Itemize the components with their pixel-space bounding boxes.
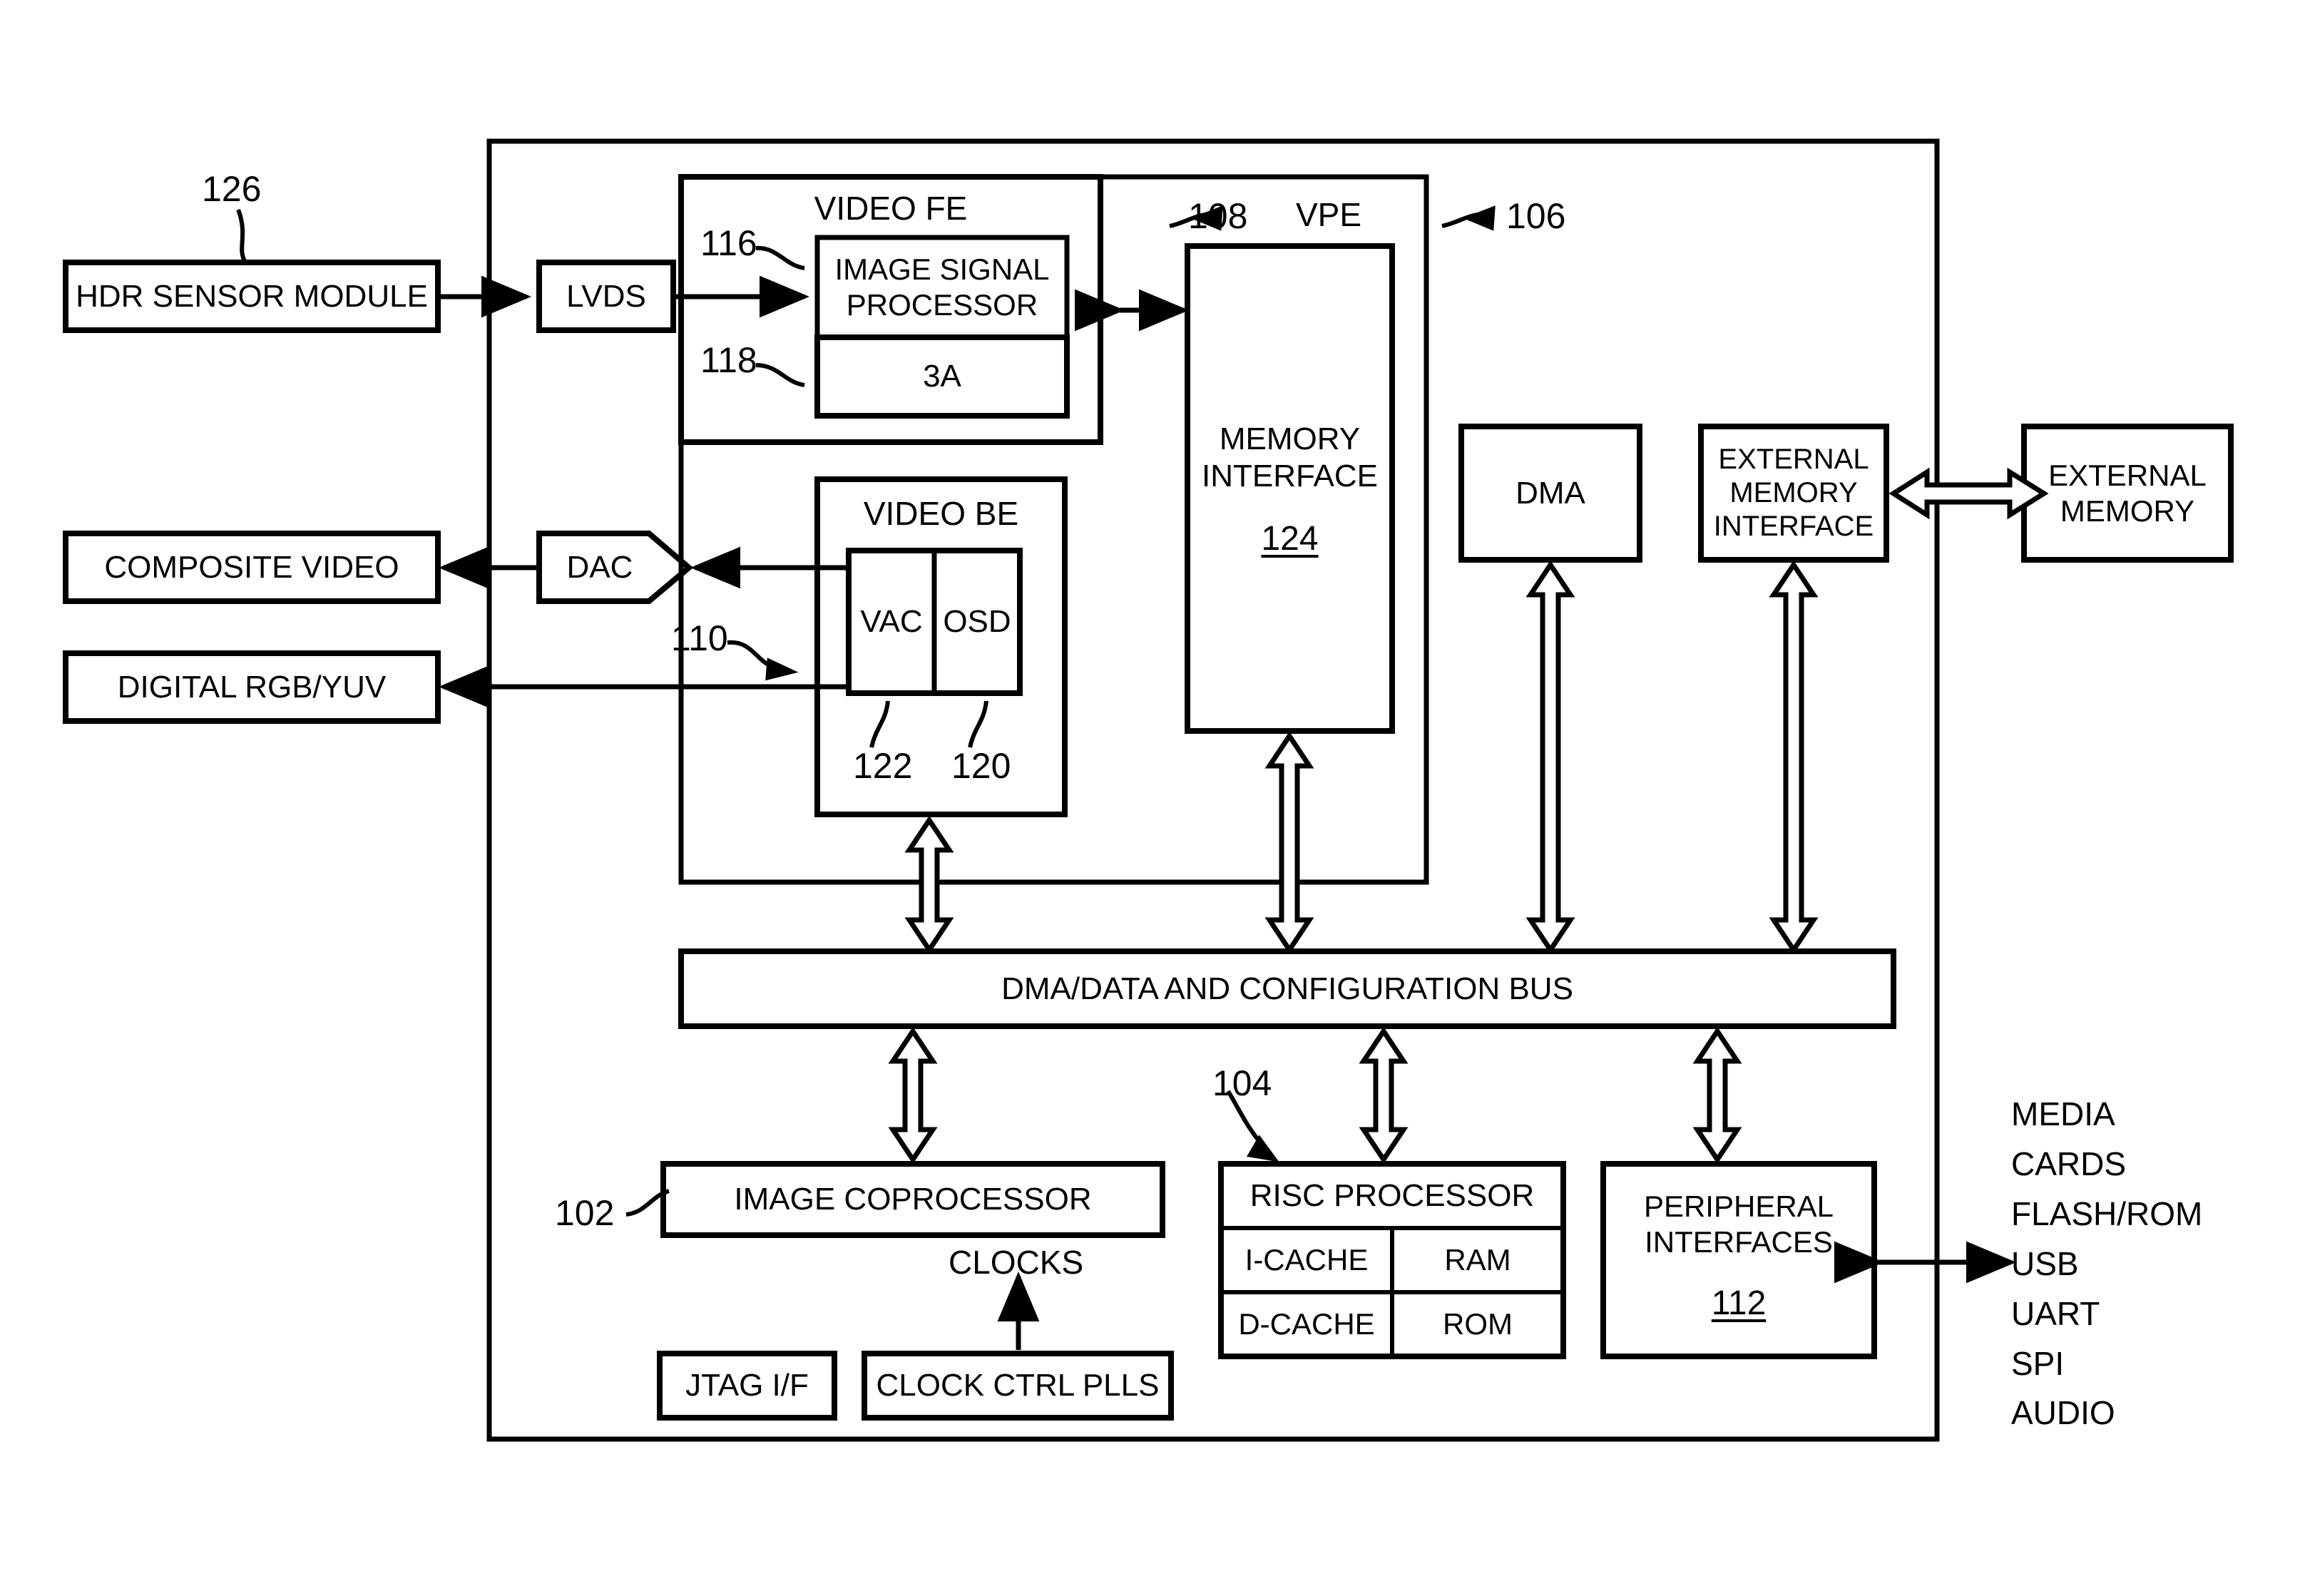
memory-interface-ref: 124 [1261, 519, 1319, 558]
jtag-label: JTAG I/F [685, 1368, 809, 1403]
blockarrow-bus-peripheral [1692, 1026, 1742, 1165]
peripheral-signal-item: FLASH/ROM [2011, 1195, 2203, 1232]
blockarrow-bus-risc [1359, 1026, 1409, 1165]
i-cache-label: I-CACHE [1244, 1243, 1369, 1277]
peripheral-signal-list: MEDIA CARDS FLASH/ROM USB UART SPI AUDIO [2011, 1090, 2282, 1438]
peripheral-signal-item: USB [2011, 1244, 2079, 1282]
leader-104-arrow [1247, 1135, 1279, 1162]
leader-120 [968, 700, 988, 748]
dma-label: DMA [1516, 475, 1585, 511]
peripheral-signal-item: MEDIA [2011, 1095, 2115, 1132]
ref-110: 110 [671, 618, 728, 658]
figure-canvas: 126 116 118 108 106 110 122 120 102 104 … [0, 0, 2300, 1596]
blockarrow-extmemif-extmem [1888, 467, 2049, 520]
peripheral-signal-item: SPI [2011, 1344, 2065, 1382]
video-be-label: VIDEO BE [863, 494, 1019, 532]
osd-label: OSD [943, 604, 1011, 640]
leader-106-arrow [1463, 205, 1496, 231]
peripheral-signal-item: CARDS [2011, 1145, 2127, 1182]
blockarrow-bus-coprocessor [888, 1026, 938, 1165]
blockarrow-videobe-bus [904, 815, 954, 955]
risc-processor-label: RISC PROCESSOR [1249, 1178, 1535, 1214]
ref-102: 102 [555, 1193, 615, 1233]
image-coprocessor-label: IMAGE COPROCESSOR [734, 1182, 1092, 1217]
hdr-sensor-label: HDR SENSOR MODULE [76, 278, 428, 314]
vac-label: VAC [860, 604, 923, 640]
composite-video-label: COMPOSITE VIDEO [104, 549, 399, 585]
peripheral-interfaces-label: PERIPHERAL INTERFACES [1643, 1190, 1834, 1259]
rom-label: ROM [1443, 1307, 1513, 1341]
peripheral-interfaces-ref: 112 [1711, 1284, 1767, 1322]
clocks-label: CLOCKS [949, 1244, 1084, 1281]
ref-108: 108 [1188, 196, 1248, 236]
peripheral-signal-item: UART [2011, 1294, 2100, 1332]
leader-122 [869, 700, 890, 748]
ref-104: 104 [1212, 1063, 1272, 1103]
external-memory-interface-label: EXTERNAL MEMORY INTERFACE [1713, 443, 1874, 543]
leader-116 [755, 245, 805, 270]
blockarrow-meminterface-bus [1264, 731, 1314, 955]
ref-120: 120 [951, 746, 1011, 786]
ref-106: 106 [1506, 196, 1566, 236]
leader-118 [755, 363, 805, 387]
ref-118: 118 [700, 340, 757, 380]
vpe-label: VPE [1296, 196, 1362, 233]
blockarrow-dma-bus [1525, 560, 1575, 955]
clock-ctrl-plls-label: CLOCK CTRL PLLS [876, 1368, 1160, 1403]
digital-rgb-yuv-label: DIGITAL RGB/YUV [117, 669, 387, 705]
dac-label: DAC [566, 549, 633, 585]
d-cache-label: D-CACHE [1238, 1307, 1375, 1341]
leader-126 [236, 208, 247, 264]
peripheral-signal-item: AUDIO [2011, 1394, 2115, 1432]
lvds-label: LVDS [566, 278, 646, 314]
image-signal-processor-label: IMAGE SIGNAL PROCESSOR [834, 252, 1050, 322]
external-memory-label: EXTERNAL MEMORY [2048, 458, 2207, 528]
ram-label: RAM [1444, 1243, 1511, 1277]
video-fe-label: VIDEO FE [814, 189, 968, 227]
bus-label: DMA/DATA AND CONFIGURATION BUS [1001, 971, 1573, 1006]
leader-110-arrow [765, 658, 799, 681]
blockarrow-extmemif-bus [1769, 560, 1819, 955]
memory-interface-label: MEMORY INTERFACE [1202, 421, 1378, 493]
three-a-label: 3A [923, 359, 961, 394]
ref-126: 126 [202, 169, 262, 209]
ref-122: 122 [853, 746, 913, 786]
